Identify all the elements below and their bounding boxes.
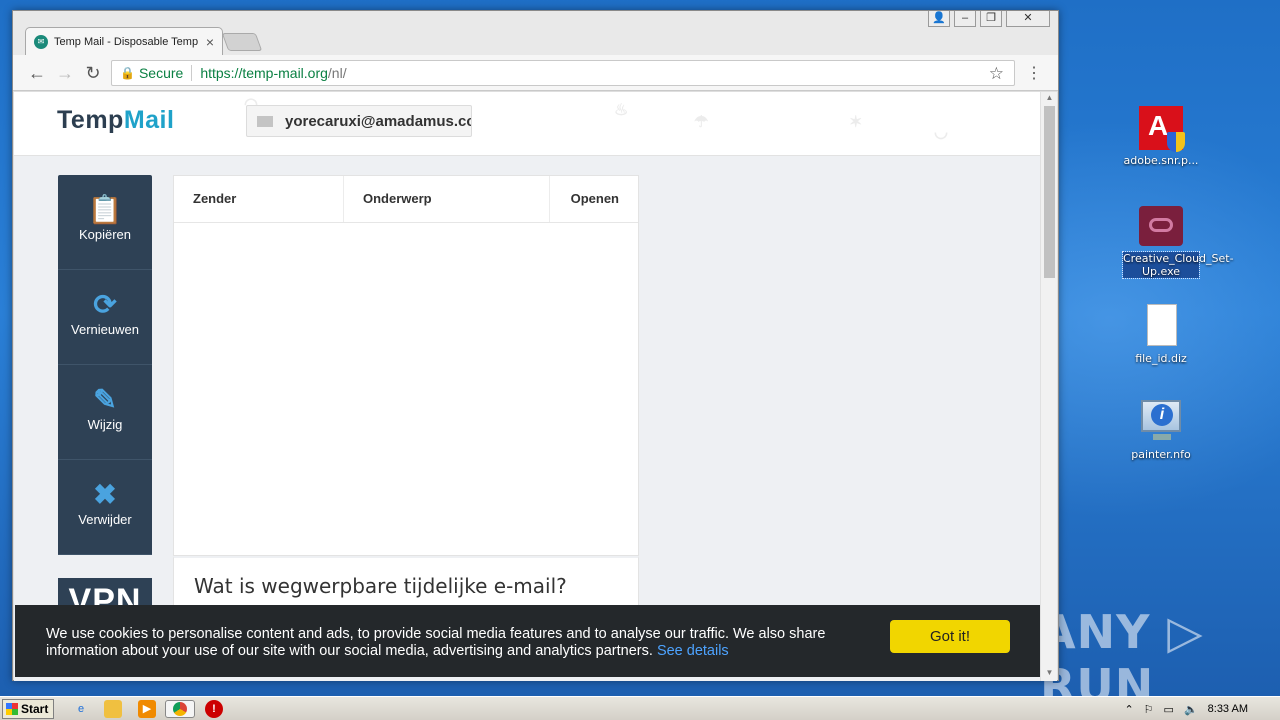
network-icon[interactable]: ▭ <box>1164 703 1174 716</box>
refresh-button[interactable]: ⟳ Vernieuwen <box>58 270 152 365</box>
new-tab-button[interactable] <box>221 33 263 51</box>
desktop-icon-label: adobe.snr.p... <box>1123 154 1199 167</box>
action-sidebar: 📋 Kopiëren ⟳ Vernieuwen ✎ Wijzig ✖ Verwi… <box>58 175 152 555</box>
delete-label: Verwijder <box>78 512 132 527</box>
logo-text-mail: Mail <box>123 106 175 134</box>
header-doodle: ✶ <box>849 114 863 131</box>
tray-expand-icon[interactable]: ⌃ <box>1124 703 1133 716</box>
media-player-icon[interactable]: ▶ <box>138 700 156 718</box>
start-button[interactable]: Start <box>2 699 54 719</box>
back-arrow-icon[interactable]: ← <box>27 63 47 83</box>
header-doodle: ◡ <box>934 124 948 141</box>
close-tab-icon[interactable]: × <box>206 34 214 50</box>
browser-toolbar: ← → ↻ 🔒 Secure https://temp-mail.org /nl… <box>13 55 1058 91</box>
change-label: Wijzig <box>87 417 123 432</box>
delete-button[interactable]: ✖ Verwijder <box>58 460 152 555</box>
logo-text-temp: Temp <box>57 106 124 134</box>
temp-email-address-field[interactable]: yorecaruxi@amadamus.cc <box>246 105 472 137</box>
column-open: Openen <box>570 191 619 206</box>
user-profile-icon[interactable]: 👤 <box>928 11 950 27</box>
clipboard-icon: 📋 <box>87 194 123 225</box>
page-scrollbar[interactable]: ▲ ▼ <box>1040 92 1057 681</box>
delete-icon: ✖ <box>93 479 117 510</box>
desktop-icon-label: file_id.diz <box>1135 352 1187 365</box>
url-host: https://temp-mail.org <box>200 65 328 81</box>
desktop-icon-painter[interactable]: i painter.nfo <box>1123 400 1199 461</box>
taskbar: Start e ▶ ! ⌃ ⚐ ▭ 🔈 8:33 AM <box>0 696 1280 720</box>
email-address: yorecaruxi@amadamus.cc <box>285 112 472 130</box>
site-header: ◠ ≈ ♨ ☂ ✶ ◡ TempMail yorecaruxi@amadamus… <box>14 92 1041 156</box>
window-controls: 👤 – ❐ ✕ <box>928 11 1050 27</box>
address-bar[interactable]: 🔒 Secure https://temp-mail.org /nl/ ☆ <box>111 60 1015 86</box>
inbox-header: Zender Onderwerp Openen <box>174 176 638 223</box>
cookie-message: We use cookies to personalise content an… <box>46 626 861 660</box>
got-it-button[interactable]: Got it! <box>890 620 1010 653</box>
browser-menu-icon[interactable]: ⋮ <box>1026 63 1042 83</box>
info-heading: Wat is wegwerpbare tijdelijke e-mail? <box>194 574 567 598</box>
address-separator <box>191 65 193 81</box>
tempmail-favicon-icon: ✉ <box>34 34 48 49</box>
system-tray: ⌃ ⚐ ▭ 🔈 8:33 AM <box>1124 697 1280 720</box>
internet-explorer-icon[interactable]: e <box>72 700 90 718</box>
reload-icon[interactable]: ↻ <box>83 63 103 83</box>
creative-cloud-icon <box>1139 204 1183 248</box>
refresh-icon: ⟳ <box>93 289 117 320</box>
header-doodle: ♨ <box>614 102 629 119</box>
desktop-icon-label: painter.nfo <box>1131 448 1191 461</box>
desktop-icon-file-id[interactable]: file_id.diz <box>1123 304 1199 365</box>
info-file-icon: i <box>1139 400 1183 444</box>
clock[interactable]: 8:33 AM <box>1208 703 1248 715</box>
chrome-icon <box>173 702 187 716</box>
bookmark-star-icon[interactable]: ☆ <box>989 64 1004 84</box>
chrome-taskbar-button[interactable] <box>165 700 195 718</box>
site-logo[interactable]: TempMail <box>57 106 174 135</box>
cookie-banner: We use cookies to personalise content an… <box>15 605 1040 677</box>
start-label: Start <box>21 702 49 716</box>
scroll-up-arrow-icon[interactable]: ▲ <box>1041 93 1058 105</box>
header-doodle: ☂ <box>694 114 709 131</box>
refresh-label: Vernieuwen <box>71 322 139 337</box>
inbox-table: Zender Onderwerp Openen <box>173 175 639 556</box>
adobe-installer-icon: A <box>1139 106 1185 152</box>
edit-icon: ✎ <box>93 384 117 415</box>
browser-tab[interactable]: ✉ Temp Mail - Disposable Temp × <box>25 27 223 55</box>
lock-icon: 🔒 <box>120 66 135 80</box>
windows-logo-icon <box>6 703 18 715</box>
antivirus-icon[interactable]: ! <box>205 700 223 718</box>
browser-window: ✉ Temp Mail - Disposable Temp × 👤 – ❐ ✕ … <box>12 10 1059 681</box>
scroll-thumb[interactable] <box>1044 106 1055 278</box>
column-sender: Zender <box>174 176 344 222</box>
desktop-icon-label: Creative_Cloud_Set-Up.exe <box>1122 251 1234 279</box>
change-button[interactable]: ✎ Wijzig <box>58 365 152 460</box>
page-viewport: ◠ ≈ ♨ ☂ ✶ ◡ TempMail yorecaruxi@amadamus… <box>14 92 1041 681</box>
desktop-icon-adobe[interactable]: A adobe.snr.p... <box>1123 106 1199 167</box>
file-explorer-icon[interactable] <box>104 700 122 718</box>
scroll-down-arrow-icon[interactable]: ▼ <box>1041 668 1058 680</box>
volume-icon[interactable]: 🔈 <box>1184 703 1198 716</box>
action-center-flag-icon[interactable]: ⚐ <box>1144 703 1154 716</box>
see-details-link[interactable]: See details <box>657 643 729 659</box>
envelope-icon <box>257 115 273 127</box>
secure-label: Secure <box>138 65 184 81</box>
document-icon <box>1139 304 1183 348</box>
browser-titlebar: ✉ Temp Mail - Disposable Temp × 👤 – ❐ ✕ <box>13 11 1058 55</box>
tab-title: Temp Mail - Disposable Temp <box>54 35 199 48</box>
minimize-button[interactable]: – <box>954 11 976 27</box>
copy-label: Kopiëren <box>78 227 132 242</box>
desktop-icon-creative-cloud[interactable]: Creative_Cloud_Set-Up.exe <box>1122 204 1234 279</box>
maximize-button[interactable]: ❐ <box>980 11 1002 27</box>
url-path: /nl/ <box>327 65 347 81</box>
close-window-button[interactable]: ✕ <box>1006 11 1050 27</box>
copy-button[interactable]: 📋 Kopiëren <box>58 175 152 270</box>
forward-arrow-icon[interactable]: → <box>55 63 75 83</box>
watermark: ANY ▷ RUN <box>1040 605 1204 696</box>
column-subject: Onderwerp <box>344 176 550 222</box>
